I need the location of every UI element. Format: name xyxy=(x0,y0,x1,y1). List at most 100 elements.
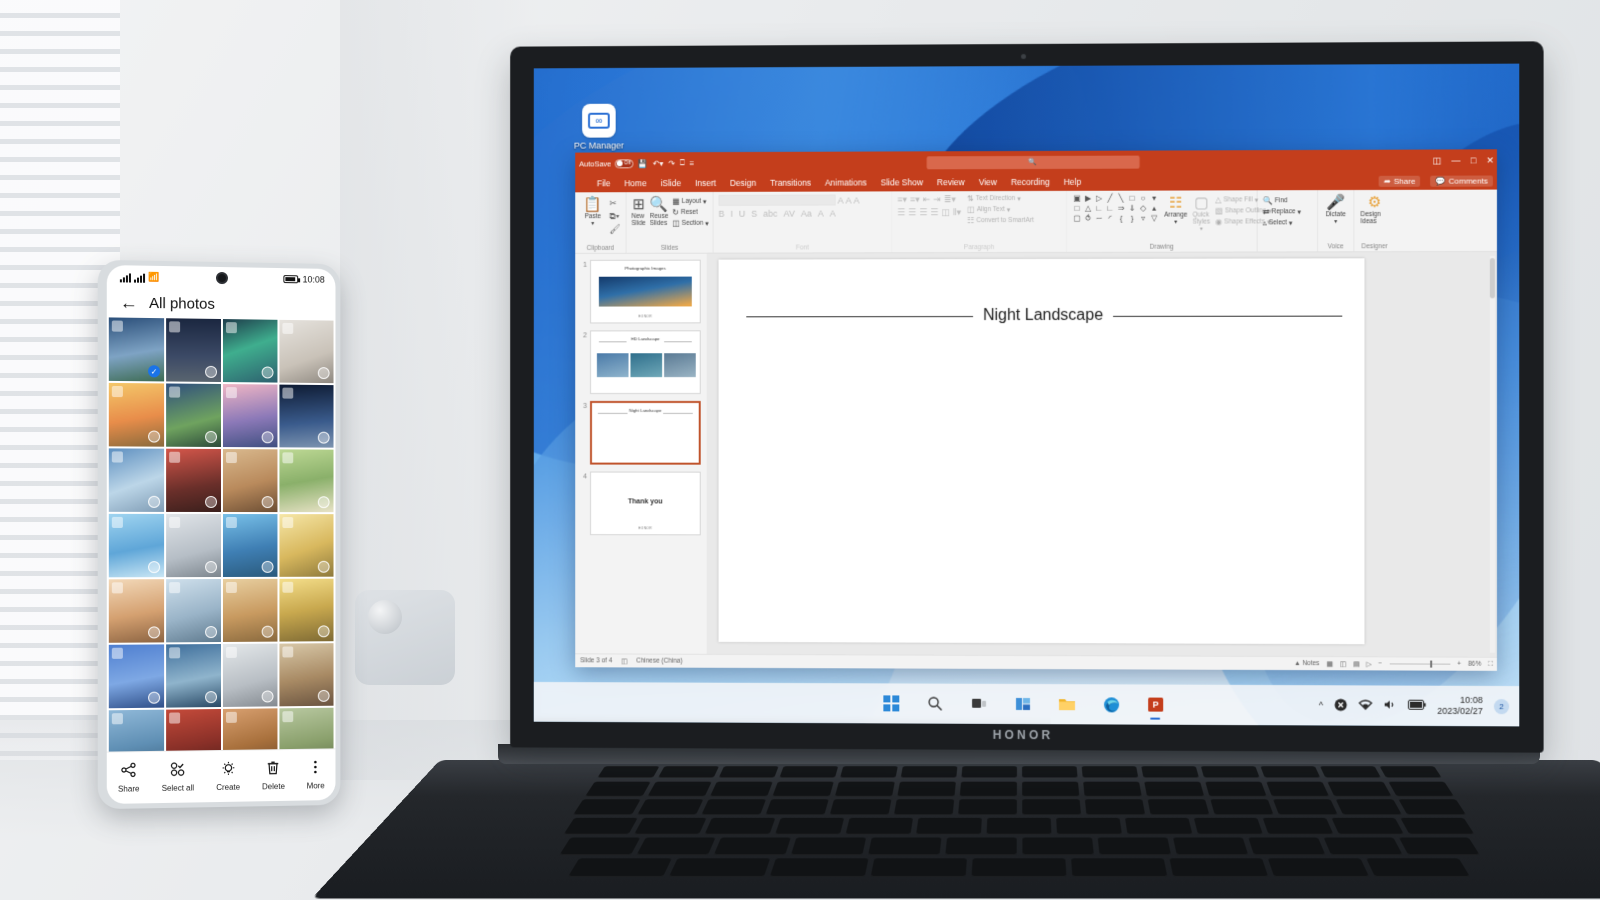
photo-thumbnail[interactable] xyxy=(222,319,278,383)
photo-select-checkbox[interactable] xyxy=(261,560,274,573)
photo-select-checkbox[interactable] xyxy=(317,431,330,444)
photo-thumbnail[interactable] xyxy=(222,578,278,642)
photo-select-checkbox[interactable] xyxy=(261,625,274,638)
photo-grid[interactable]: ✓ xyxy=(107,317,336,752)
notes-button[interactable]: ▲ Notes xyxy=(1294,660,1319,667)
format-painter-icon[interactable]: 🖌 xyxy=(609,224,620,235)
change-case-button[interactable]: Aa xyxy=(801,209,812,219)
tab-home[interactable]: Home xyxy=(624,178,646,188)
keyboard-key[interactable] xyxy=(1071,858,1168,877)
photo-thumbnail[interactable] xyxy=(166,383,221,448)
keyboard-key[interactable] xyxy=(1172,837,1248,856)
keyboard-key[interactable] xyxy=(916,817,982,835)
design-ideas-button[interactable]: ⚙ Design Ideas xyxy=(1360,193,1388,225)
tab-transitions[interactable]: Transitions xyxy=(770,178,811,188)
share-button[interactable]: ➦ Share xyxy=(1378,175,1421,187)
keyboard-key[interactable] xyxy=(1084,799,1145,815)
keyboard-key[interactable] xyxy=(900,766,957,778)
dictate-button[interactable]: 🎤 Dictate ▾ xyxy=(1323,193,1348,225)
keyboard-key[interactable] xyxy=(1247,837,1325,856)
slide-thumbnail-1[interactable]: 1 Photographic Images HONOR xyxy=(579,259,703,324)
photo-thumbnail[interactable] xyxy=(166,643,221,708)
photo-thumbnail[interactable] xyxy=(279,707,334,752)
underline-button[interactable]: U xyxy=(739,209,745,219)
tab-insert[interactable]: Insert xyxy=(695,178,716,188)
tab-recording[interactable]: Recording xyxy=(1011,177,1050,187)
clear-formatting-icon[interactable]: A xyxy=(854,195,860,205)
reuse-slides-button[interactable]: 🔍 Reuse Slides xyxy=(650,195,669,227)
keyboard-key[interactable] xyxy=(893,799,954,815)
redo-icon[interactable]: ↷ xyxy=(668,159,675,168)
photo-select-checkbox[interactable] xyxy=(317,560,330,573)
photo-select-checkbox[interactable] xyxy=(205,561,218,574)
keyboard-key[interactable] xyxy=(1366,858,1471,877)
photo-thumbnail[interactable] xyxy=(108,382,165,447)
photo-thumbnail[interactable] xyxy=(222,384,278,448)
minimize-button[interactable]: — xyxy=(1451,155,1460,165)
photo-select-checkbox[interactable] xyxy=(261,690,274,703)
text-highlight-color-button[interactable]: A xyxy=(818,209,824,219)
keyboard-key[interactable] xyxy=(634,817,707,835)
keyboard-key[interactable] xyxy=(1021,799,1081,815)
photo-thumbnail[interactable]: ✓ xyxy=(108,317,165,382)
zoom-slider[interactable] xyxy=(1389,660,1451,668)
keyboard-key[interactable] xyxy=(558,837,640,856)
photo-thumbnail[interactable] xyxy=(166,318,221,383)
keyboard-key[interactable] xyxy=(1097,837,1171,856)
replace-button[interactable]: ⇄ Replace ▾ xyxy=(1263,207,1301,216)
columns-icon[interactable]: ◫ xyxy=(941,207,949,218)
photo-thumbnail[interactable] xyxy=(279,514,334,577)
delete-button[interactable]: Delete xyxy=(262,760,285,791)
task-view-button[interactable] xyxy=(968,693,990,715)
slide-thumbnail-3[interactable]: 3 Night Landscape xyxy=(579,400,703,465)
keyboard-key[interactable] xyxy=(839,766,898,778)
arrange-button[interactable]: ☷ Arrange ▾ xyxy=(1164,194,1187,226)
bullets-icon[interactable]: ≡▾ xyxy=(897,194,907,205)
view-reading-icon[interactable]: ▤ xyxy=(1353,660,1359,668)
photo-thumbnail[interactable] xyxy=(108,579,165,643)
photo-select-checkbox[interactable] xyxy=(317,625,330,638)
photo-thumbnail[interactable] xyxy=(222,643,278,707)
italic-button[interactable]: I xyxy=(730,209,732,219)
show-hidden-icons-icon[interactable]: ^ xyxy=(1319,700,1323,710)
photo-thumbnail[interactable] xyxy=(166,513,221,578)
keyboard-key[interactable] xyxy=(775,817,845,835)
desktop-icon-pc-manager[interactable]: ∞ PC Manager xyxy=(566,103,631,151)
keyboard-key[interactable] xyxy=(1147,799,1209,815)
taskbar-clock[interactable]: 10:08 2023/02/27 xyxy=(1437,695,1483,717)
edge-button[interactable] xyxy=(1100,693,1122,715)
photo-thumbnail[interactable] xyxy=(166,578,221,643)
keyboard-key[interactable] xyxy=(790,837,866,856)
keyboard-key[interactable] xyxy=(709,781,773,797)
keyboard-key[interactable] xyxy=(572,799,641,815)
keyboard-key[interactable] xyxy=(959,781,1017,797)
current-slide[interactable]: Night Landscape xyxy=(718,258,1365,645)
search-button[interactable] xyxy=(924,693,946,715)
photo-select-checkbox[interactable] xyxy=(317,367,330,380)
keyboard-key[interactable] xyxy=(1140,766,1199,778)
vertical-scrollbar[interactable] xyxy=(1489,256,1495,653)
comments-button[interactable]: 💬 Comments xyxy=(1430,174,1493,187)
photo-thumbnail[interactable] xyxy=(108,513,165,578)
photo-thumbnail[interactable] xyxy=(166,448,221,513)
keyboard-key[interactable] xyxy=(1259,766,1320,778)
grow-font-icon[interactable]: A xyxy=(838,195,844,205)
keyboard-key[interactable] xyxy=(700,799,766,815)
photo-selected-checkbox[interactable]: ✓ xyxy=(148,365,161,378)
wifi-icon[interactable] xyxy=(1358,698,1372,712)
keyboard-key[interactable] xyxy=(1331,817,1404,835)
slide-preview[interactable]: Photographic Images HONOR xyxy=(590,259,701,324)
more-icon[interactable]: ≡ xyxy=(690,159,695,168)
keyboard-key[interactable] xyxy=(1081,766,1138,778)
keyboard-key[interactable] xyxy=(636,799,703,815)
powerpoint-button[interactable]: P xyxy=(1144,694,1166,720)
photo-thumbnail[interactable] xyxy=(279,578,334,642)
justify-icon[interactable]: ☰ xyxy=(930,207,938,218)
scrollbar-thumb[interactable] xyxy=(1489,258,1495,299)
font-color-button[interactable]: A xyxy=(830,209,836,219)
shadow-button[interactable]: S xyxy=(751,209,757,219)
keyboard-key[interactable] xyxy=(668,858,771,877)
photo-select-checkbox[interactable] xyxy=(148,691,161,704)
widgets-button[interactable] xyxy=(1012,693,1034,715)
keyboard-key[interactable] xyxy=(957,799,1017,815)
